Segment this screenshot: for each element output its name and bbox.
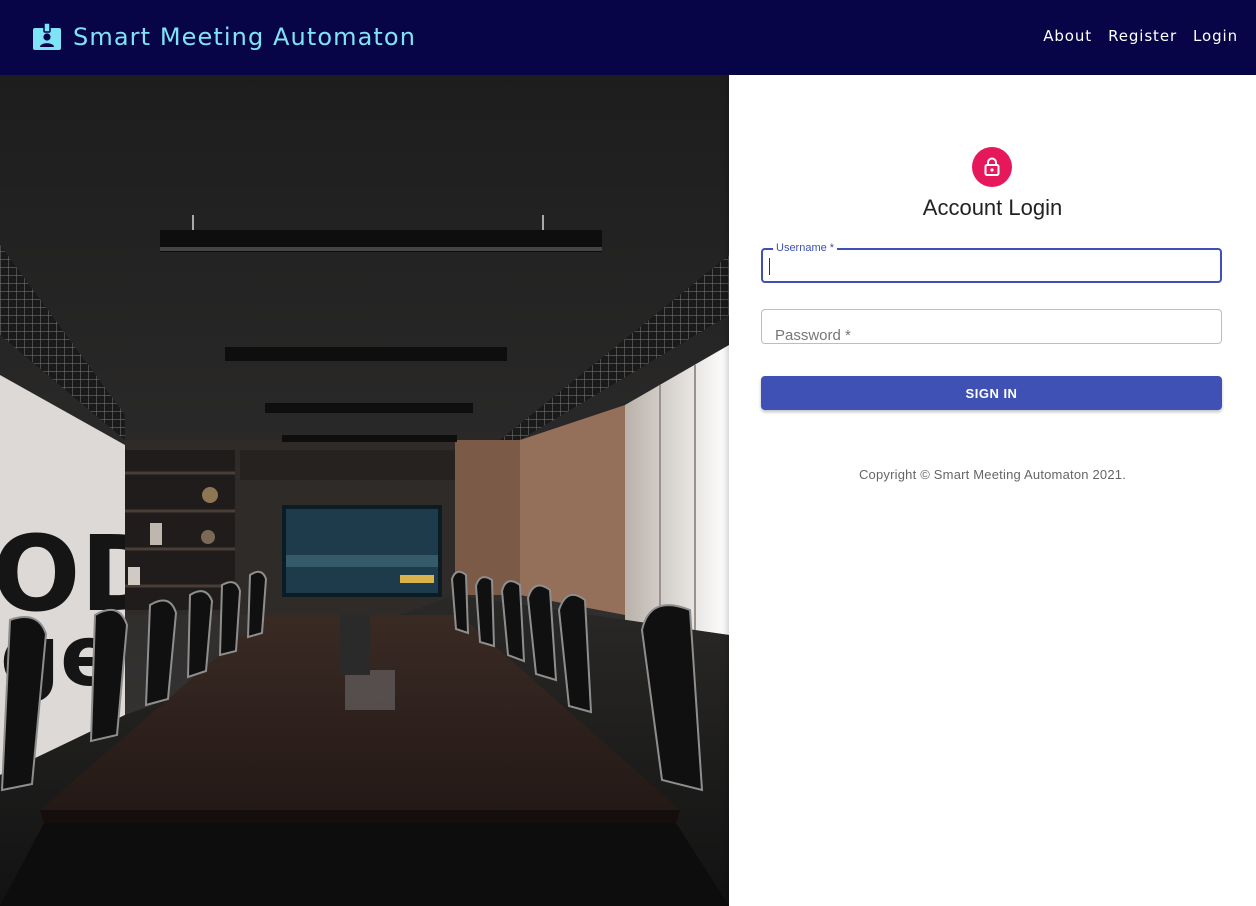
lock-open-icon (984, 157, 1000, 176)
app-title: Smart Meeting Automaton (73, 23, 417, 51)
username-input[interactable] (763, 250, 1220, 281)
text-cursor (769, 258, 770, 275)
login-avatar (972, 147, 1012, 187)
nav-login-link[interactable]: Login (1193, 26, 1238, 46)
contact-badge-icon (33, 22, 61, 50)
nav-register-link[interactable]: Register (1108, 26, 1177, 46)
conference-room-illustration: OD ge (0, 75, 729, 906)
brand[interactable]: Smart Meeting Automaton (32, 20, 416, 54)
copyright-text: Copyright © Smart Meeting Automaton 2021… (858, 467, 1127, 482)
app-bar: Smart Meeting Automaton About Register L… (0, 0, 1256, 75)
top-nav: About Register Login (1027, 26, 1238, 46)
password-field[interactable]: Password * (761, 309, 1222, 344)
sign-in-button[interactable]: SIGN IN (761, 376, 1222, 410)
password-input[interactable] (762, 310, 1221, 343)
username-field[interactable]: Username * (761, 241, 1222, 283)
conference-room-photo: OD ge (0, 75, 729, 906)
page-title: Account Login (922, 195, 1063, 220)
login-panel: Account Login Username * Password * SIGN… (729, 75, 1256, 906)
nav-about-link[interactable]: About (1043, 26, 1092, 46)
